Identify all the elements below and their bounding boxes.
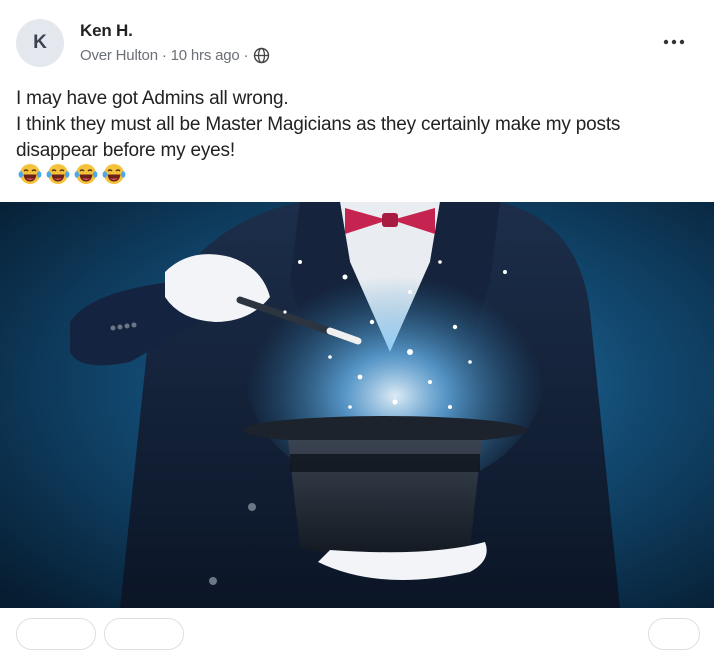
post-body-line: disappear before my eyes!	[16, 140, 235, 161]
neighborhood-link[interactable]: Over Hulton	[80, 47, 158, 64]
laughing-tears-emoji	[74, 164, 98, 184]
comment-button[interactable]	[104, 618, 184, 650]
share-button[interactable]	[648, 618, 700, 650]
laughing-tears-emoji	[18, 164, 42, 184]
more-options-button[interactable]	[658, 30, 690, 54]
meta-separator: ·	[243, 47, 249, 64]
laughing-tears-emoji	[102, 164, 126, 184]
post-meta: Over Hulton · 10 hrs ago ·	[80, 47, 270, 64]
more-horizontal-icon	[663, 39, 685, 45]
globe-icon[interactable]	[253, 47, 270, 64]
avatar[interactable]: K	[16, 19, 64, 67]
post-time[interactable]: 10 hrs ago	[171, 47, 240, 64]
meta-separator: ·	[161, 47, 167, 64]
reaction-button[interactable]	[16, 618, 96, 650]
laughing-tears-emoji	[46, 164, 70, 184]
magician-hat-wand-photo	[0, 202, 714, 608]
post-card: K Ken H. Over Hulton · 10 hrs ago · I ma…	[0, 0, 714, 650]
post-actions	[0, 612, 714, 650]
post-body-line: I think they must all be Master Magician…	[16, 114, 621, 135]
post-header: K Ken H. Over Hulton · 10 hrs ago ·	[0, 0, 714, 80]
post-body: I may have got Admins all wrong. I think…	[16, 86, 696, 164]
post-body-line: I may have got Admins all wrong.	[16, 88, 289, 109]
author-name[interactable]: Ken H.	[80, 21, 133, 41]
post-image[interactable]	[0, 202, 714, 608]
avatar-initial: K	[33, 32, 47, 53]
emoji-row	[18, 163, 126, 185]
